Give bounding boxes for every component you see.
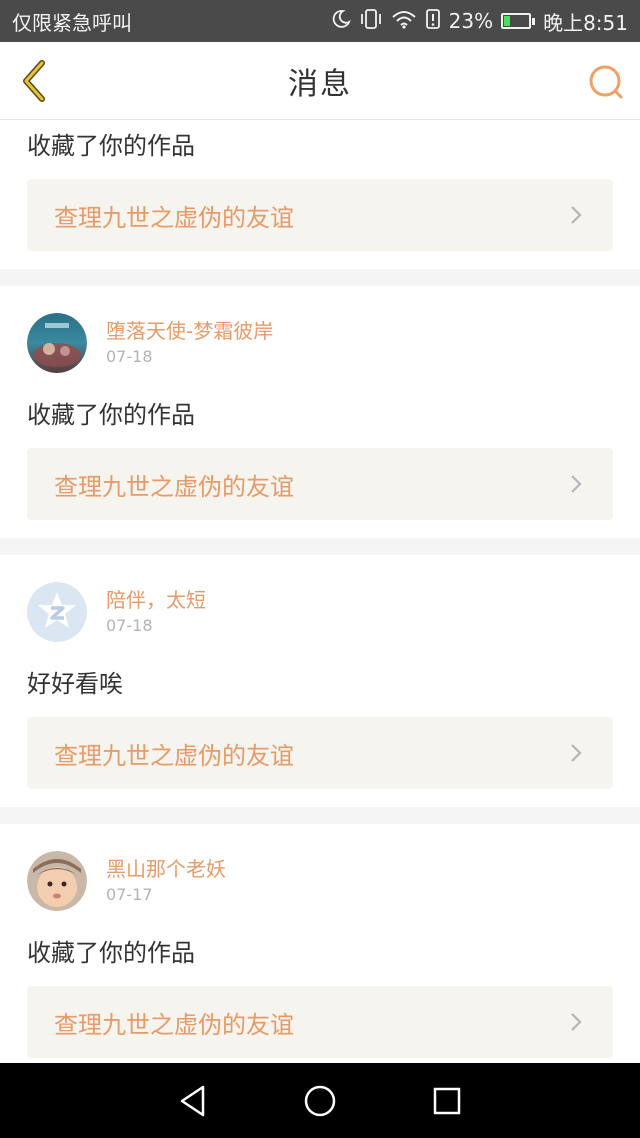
divider <box>0 269 640 286</box>
work-link[interactable]: 查理九世之虚伪的友谊 <box>27 448 613 520</box>
header: 消息 <box>0 42 640 120</box>
work-title: 查理九世之虚伪的友谊 <box>54 741 294 770</box>
chevron-right-icon <box>566 1012 586 1032</box>
user-row[interactable]: 堕落天使-梦霜彼岸 07-18 <box>27 308 613 378</box>
message-text: 好好看唉 <box>27 670 123 698</box>
battery-percent: 23% <box>448 9 494 33</box>
vibrate-icon <box>359 8 383 35</box>
message-card: 陪伴，太短 07-18 好好看唉 查理九世之虚伪的友谊 <box>0 555 640 807</box>
work-title: 查理九世之虚伪的友谊 <box>54 472 294 501</box>
nav-recents-button[interactable] <box>427 1081 467 1121</box>
nav-home-button[interactable] <box>300 1081 340 1121</box>
divider <box>0 807 640 824</box>
page-title: 消息 <box>288 66 352 102</box>
clock: 晚上8:51 <box>543 10 628 35</box>
avatar[interactable] <box>27 851 87 911</box>
avatar[interactable] <box>27 582 87 642</box>
chevron-right-icon <box>566 205 586 225</box>
divider <box>0 538 640 555</box>
username[interactable]: 陪伴，太短 <box>106 586 206 614</box>
work-title: 查理九世之虚伪的友谊 <box>54 1010 294 1039</box>
username[interactable]: 黑山那个老妖 <box>106 855 226 883</box>
user-info: 黑山那个老妖 07-17 <box>106 855 226 907</box>
nav-back-button[interactable] <box>173 1081 213 1121</box>
user-row[interactable]: 陪伴，太短 07-18 <box>27 577 613 647</box>
status-bar: 仅限紧急呼叫 23% 晚上8:51 <box>0 0 640 42</box>
user-row[interactable]: 黑山那个老妖 07-17 <box>27 846 613 916</box>
message-text: 收藏了你的作品 <box>27 132 195 160</box>
wifi-icon <box>391 9 417 34</box>
moon-icon <box>331 9 351 34</box>
username[interactable]: 堕落天使-梦霜彼岸 <box>106 317 273 345</box>
chevron-right-icon <box>566 474 586 494</box>
user-info: 陪伴，太短 07-18 <box>106 586 206 638</box>
message-card: 堕落天使-梦霜彼岸 07-18 收藏了你的作品 查理九世之虚伪的友谊 <box>0 286 640 538</box>
timestamp: 07-18 <box>106 347 153 366</box>
message-feed[interactable]: 收藏了你的作品 查理九世之虚伪的友谊 堕落天使-梦霜彼岸 07-18 收藏了你的… <box>0 121 640 1063</box>
back-triangle-icon <box>181 1085 205 1116</box>
timestamp: 07-17 <box>106 885 153 904</box>
work-link[interactable]: 查理九世之虚伪的友谊 <box>27 986 613 1058</box>
back-chevron-icon <box>23 60 45 102</box>
avatar[interactable] <box>27 313 87 373</box>
alert-icon <box>425 8 441 35</box>
search-icon <box>589 65 623 99</box>
message-text: 收藏了你的作品 <box>27 401 195 429</box>
back-button[interactable] <box>14 58 54 104</box>
status-icons: 23% 晚上8:51 <box>331 7 628 36</box>
message-text: 收藏了你的作品 <box>27 939 195 967</box>
battery-icon <box>501 13 536 29</box>
message-card: 收藏了你的作品 查理九世之虚伪的友谊 <box>0 121 640 269</box>
recents-square-icon <box>433 1087 460 1114</box>
work-link[interactable]: 查理九世之虚伪的友谊 <box>27 717 613 789</box>
home-circle-icon <box>304 1085 336 1116</box>
search-button[interactable] <box>586 62 626 102</box>
work-link[interactable]: 查理九世之虚伪的友谊 <box>27 179 613 251</box>
message-card: 黑山那个老妖 07-17 收藏了你的作品 查理九世之虚伪的友谊 <box>0 824 640 1063</box>
system-nav-bar <box>0 1063 640 1138</box>
carrier-text: 仅限紧急呼叫 <box>12 10 132 35</box>
chevron-right-icon <box>566 743 586 763</box>
timestamp: 07-18 <box>106 616 153 635</box>
user-info: 堕落天使-梦霜彼岸 07-18 <box>106 317 273 369</box>
work-title: 查理九世之虚伪的友谊 <box>54 203 294 232</box>
